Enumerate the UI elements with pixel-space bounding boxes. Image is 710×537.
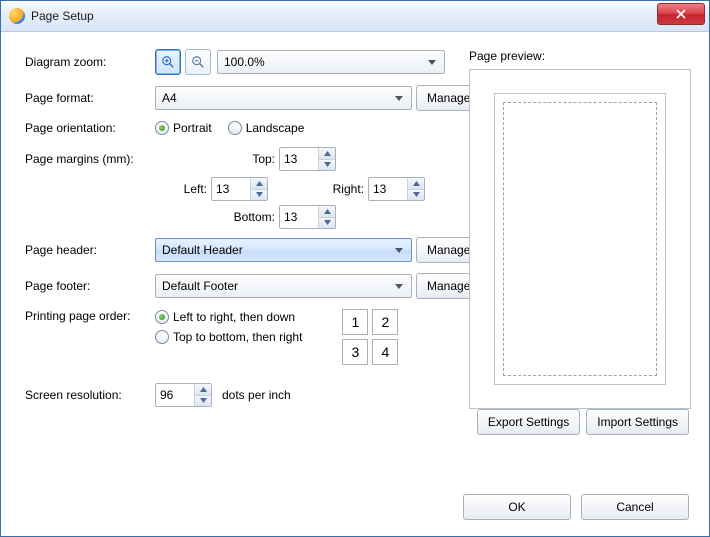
landscape-radio[interactable]: Landscape xyxy=(228,121,305,135)
resolution-label: Screen resolution: xyxy=(25,388,155,402)
cancel-button[interactable]: Cancel xyxy=(581,494,689,520)
spin-down-icon[interactable] xyxy=(319,218,335,229)
spin-up-icon[interactable] xyxy=(319,206,335,218)
spin-down-icon[interactable] xyxy=(319,160,335,171)
zoom-out-icon xyxy=(191,55,205,69)
close-button[interactable] xyxy=(657,3,705,25)
header-value: Default Header xyxy=(162,243,243,257)
chevron-down-icon xyxy=(424,55,440,69)
margin-bottom-label: Bottom: xyxy=(219,210,275,224)
zoom-in-button[interactable] xyxy=(155,49,181,75)
margins-label: Page margins (mm): xyxy=(25,152,155,166)
order-label: Printing page order: xyxy=(25,309,155,323)
margin-right-spinner[interactable] xyxy=(368,177,425,201)
header-label: Page header: xyxy=(25,243,155,257)
dpi-label: dots per inch xyxy=(222,388,291,402)
spin-down-icon[interactable] xyxy=(251,190,267,201)
order-ttb-label: Top to bottom, then right xyxy=(173,330,302,344)
zoom-in-icon xyxy=(161,55,175,69)
app-icon xyxy=(9,8,25,24)
order-cell: 1 xyxy=(342,309,368,335)
margin-left-input[interactable] xyxy=(212,178,250,200)
order-ttb-radio[interactable]: Top to bottom, then right xyxy=(155,330,302,344)
titlebar: Page Setup xyxy=(1,1,709,32)
margin-right-input[interactable] xyxy=(369,178,407,200)
radio-icon xyxy=(155,310,169,324)
order-cell: 2 xyxy=(372,309,398,335)
margin-bottom-input[interactable] xyxy=(280,206,318,228)
margin-left-label: Left: xyxy=(155,182,207,196)
margin-top-label: Top: xyxy=(241,152,275,166)
order-cell: 4 xyxy=(372,339,398,365)
footer-value: Default Footer xyxy=(162,279,238,293)
margin-bottom-spinner[interactable] xyxy=(279,205,336,229)
portrait-radio[interactable]: Portrait xyxy=(155,121,212,135)
orientation-label: Page orientation: xyxy=(25,121,155,135)
margin-left-spinner[interactable] xyxy=(211,177,268,201)
margin-right-label: Right: xyxy=(268,182,364,196)
zoom-combo[interactable]: 100.0% xyxy=(217,50,445,74)
order-visual: 1 2 3 4 xyxy=(342,309,398,365)
order-ltr-radio[interactable]: Left to right, then down xyxy=(155,310,295,324)
margin-top-input[interactable] xyxy=(280,148,318,170)
spin-up-icon[interactable] xyxy=(408,178,424,190)
content-area: Diagram zoom: 100.0% Page format: xyxy=(1,31,709,536)
zoom-value: 100.0% xyxy=(224,55,265,69)
zoom-out-button[interactable] xyxy=(185,49,211,75)
export-settings-button[interactable]: Export Settings xyxy=(477,409,580,435)
close-icon xyxy=(676,9,686,19)
format-value: A4 xyxy=(162,91,177,105)
portrait-label: Portrait xyxy=(173,121,212,135)
format-label: Page format: xyxy=(25,91,155,105)
landscape-label: Landscape xyxy=(246,121,305,135)
radio-icon xyxy=(155,330,169,344)
preview-box xyxy=(469,69,691,409)
order-ltr-label: Left to right, then down xyxy=(173,310,295,324)
radio-icon xyxy=(155,121,169,135)
footer-combo[interactable]: Default Footer xyxy=(155,274,412,298)
dialog-window: Page Setup Diagram zoom: 100.0% xyxy=(0,0,710,537)
zoom-label: Diagram zoom: xyxy=(25,55,155,69)
resolution-input[interactable] xyxy=(156,384,194,406)
import-settings-button[interactable]: Import Settings xyxy=(586,409,689,435)
chevron-down-icon xyxy=(391,279,407,293)
preview-label: Page preview: xyxy=(469,49,689,63)
chevron-down-icon xyxy=(391,243,407,257)
spin-up-icon[interactable] xyxy=(195,384,211,396)
preview-page xyxy=(494,93,666,385)
margin-top-spinner[interactable] xyxy=(279,147,336,171)
format-combo[interactable]: A4 xyxy=(155,86,412,110)
chevron-down-icon xyxy=(391,91,407,105)
footer-label: Page footer: xyxy=(25,279,155,293)
order-cell: 3 xyxy=(342,339,368,365)
ok-button[interactable]: OK xyxy=(463,494,571,520)
preview-margin-outline xyxy=(503,102,657,376)
resolution-spinner[interactable] xyxy=(155,383,212,407)
header-combo[interactable]: Default Header xyxy=(155,238,412,262)
spin-up-icon[interactable] xyxy=(251,178,267,190)
spin-up-icon[interactable] xyxy=(319,148,335,160)
spin-down-icon[interactable] xyxy=(408,190,424,201)
spin-down-icon[interactable] xyxy=(195,396,211,407)
radio-icon xyxy=(228,121,242,135)
window-title: Page Setup xyxy=(31,9,94,23)
